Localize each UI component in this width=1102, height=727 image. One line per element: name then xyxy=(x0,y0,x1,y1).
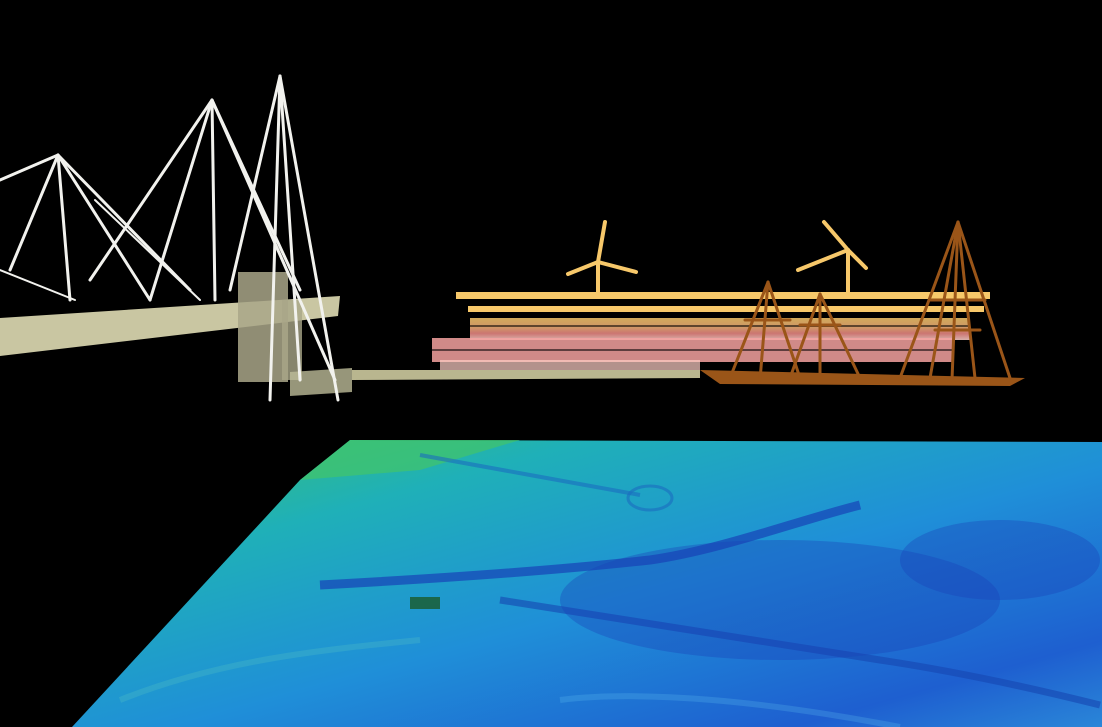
seabed-bathymetry xyxy=(72,440,1102,727)
quay-wall xyxy=(352,370,700,380)
point-cloud-scene xyxy=(0,0,1102,727)
waterfront-building xyxy=(432,220,990,370)
